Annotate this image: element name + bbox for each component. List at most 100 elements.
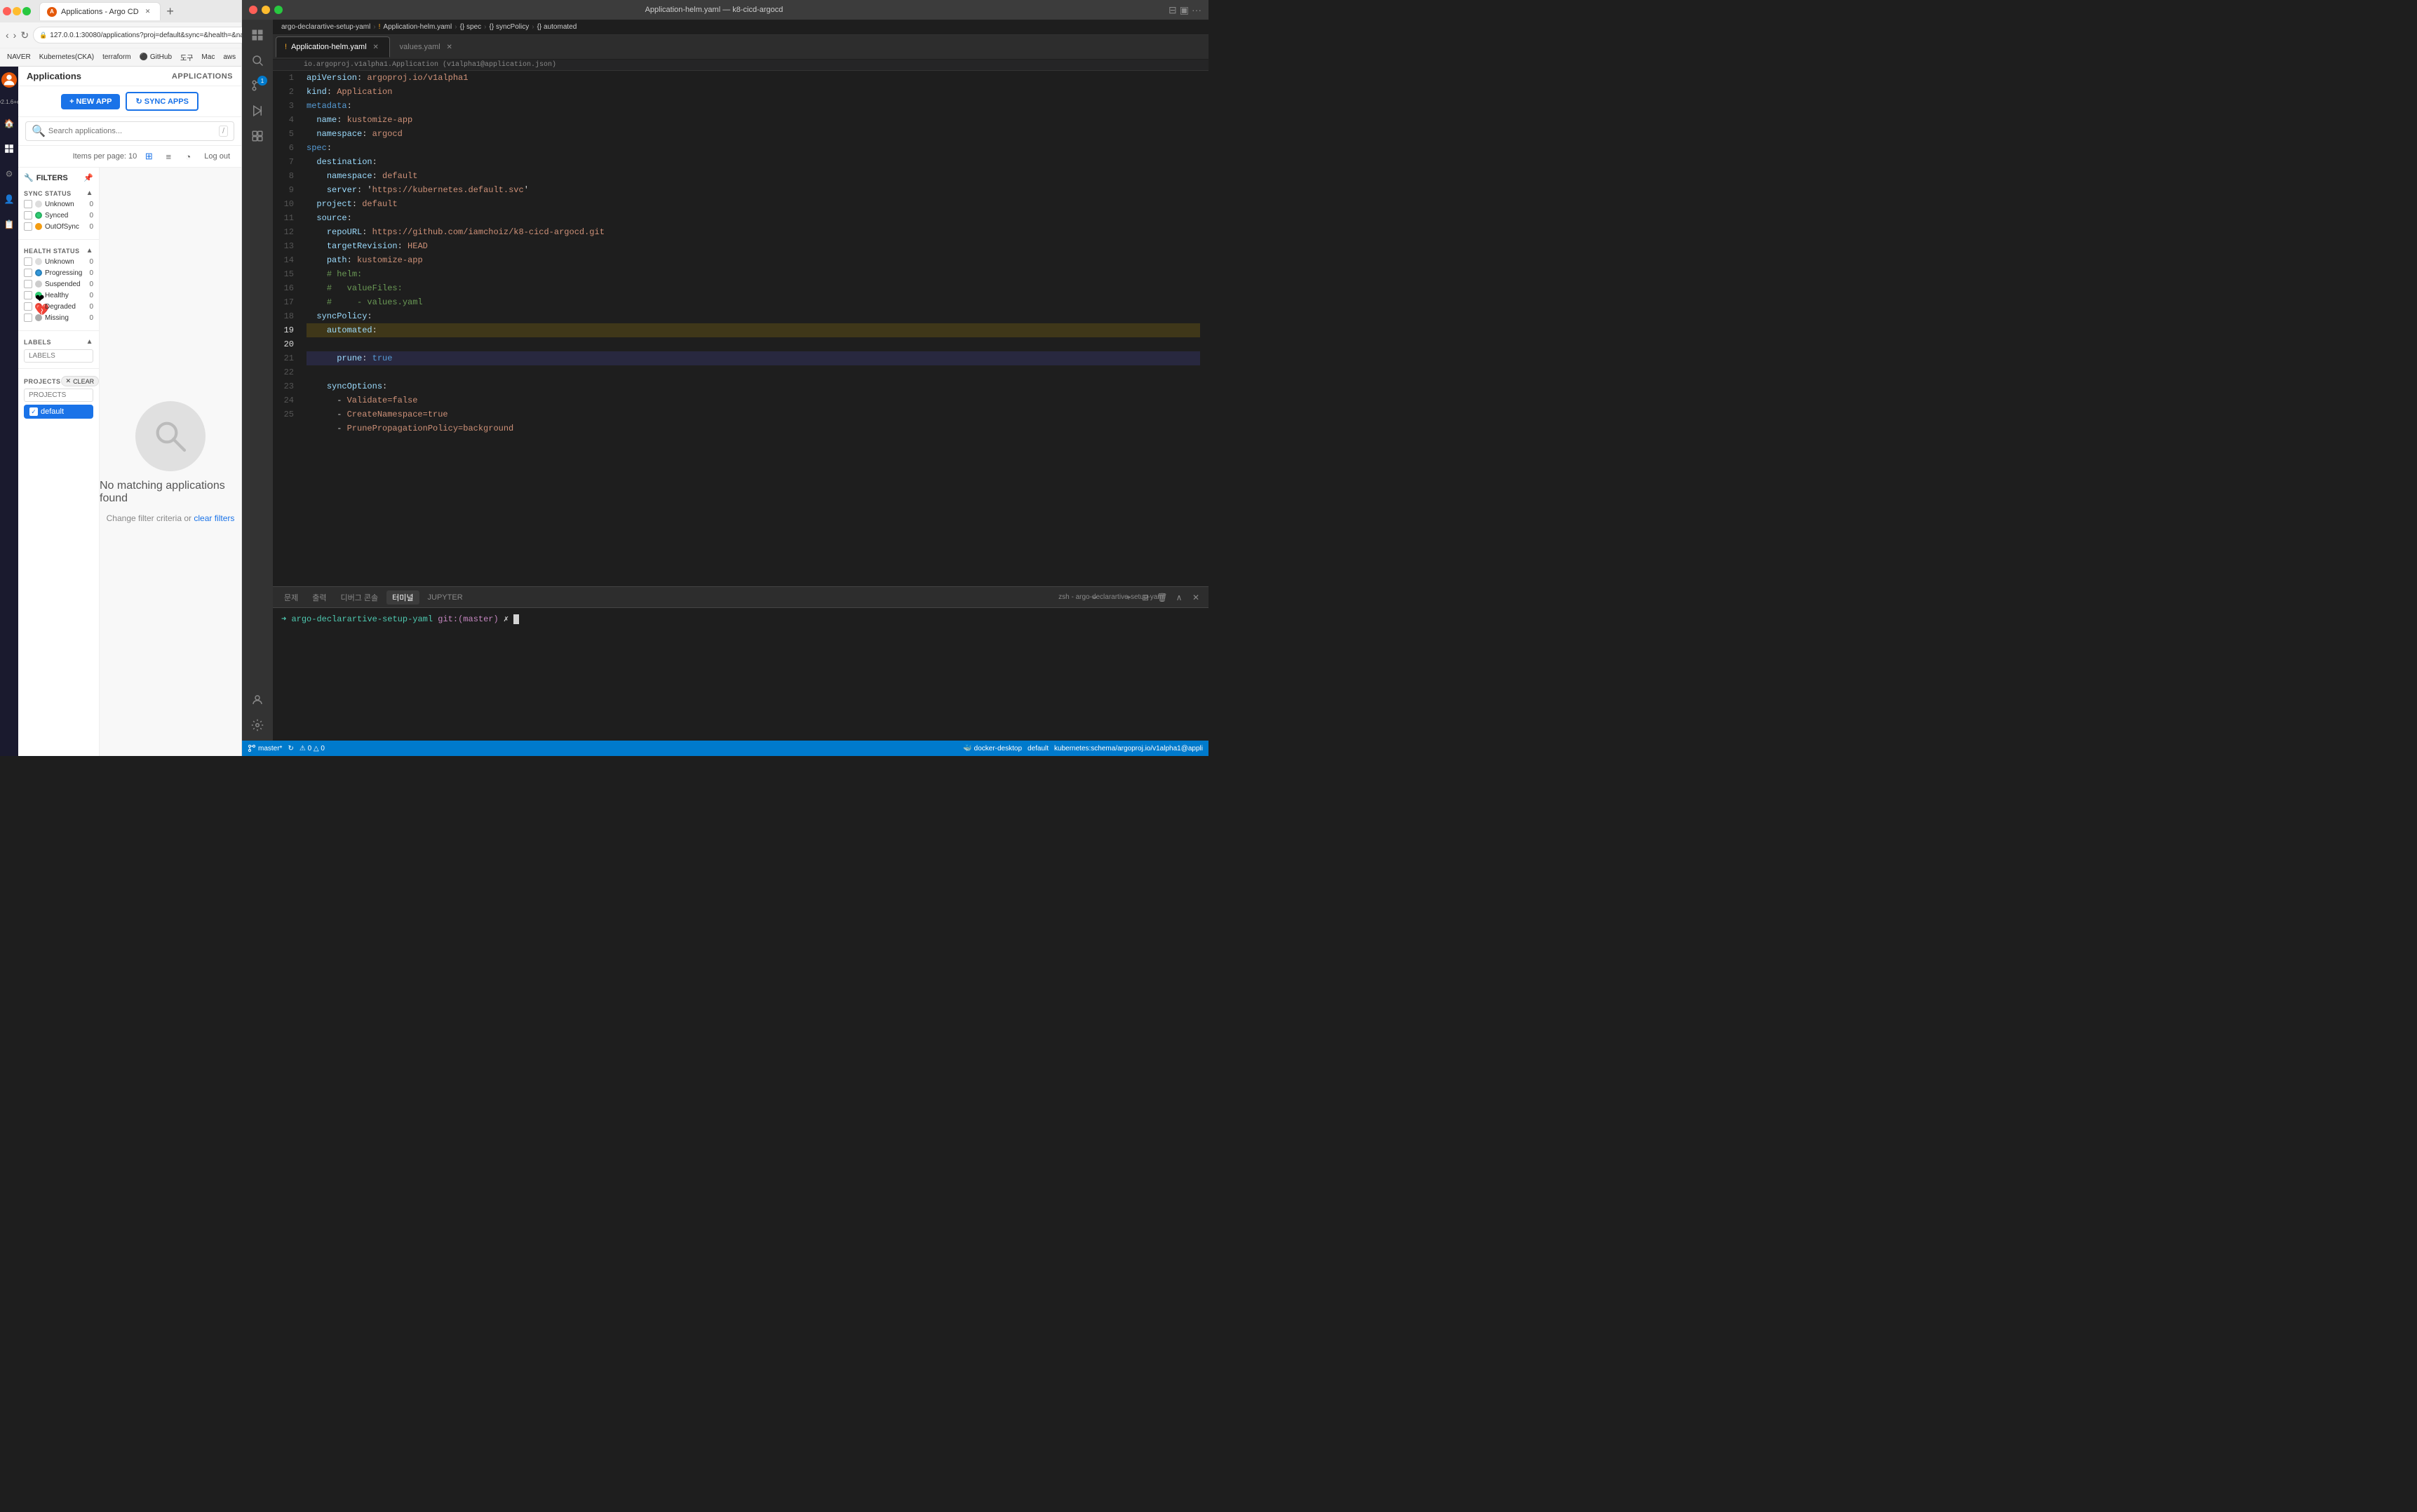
activity-run-icon[interactable] [246, 100, 269, 122]
health-status-collapse[interactable]: ▲ [86, 247, 93, 255]
vscode-layout-icon[interactable]: ▣ [1180, 4, 1189, 16]
log-out-button[interactable]: Log out [200, 151, 234, 162]
filter-pin-icon[interactable]: 📌 [83, 173, 93, 182]
filter-missing[interactable]: Missing 0 [24, 313, 93, 322]
bookmark-mac[interactable]: Mac [198, 52, 217, 62]
list-view-icon[interactable]: ≡ [161, 149, 176, 164]
tab-close-values-yaml[interactable]: ✕ [445, 42, 455, 52]
filter-healthy-checkbox[interactable] [24, 291, 32, 299]
status-sync[interactable]: ↻ [288, 745, 293, 752]
terminal-new-btn[interactable]: + [1122, 590, 1136, 605]
activity-search-icon[interactable] [246, 49, 269, 72]
filter-suspended[interactable]: Suspended 0 [24, 280, 93, 288]
terminal-tab-debug[interactable]: 디버그 콘솔 [335, 590, 384, 605]
labels-collapse[interactable]: ▲ [86, 338, 93, 346]
new-tab-button[interactable]: + [162, 3, 179, 20]
filter-degraded[interactable]: 💔 Degraded 0 [24, 302, 93, 311]
activity-settings-icon[interactable] [246, 714, 269, 736]
status-warnings[interactable]: ⚠ 0 △ 0 [299, 745, 325, 752]
filter-health-unknown-checkbox[interactable] [24, 257, 32, 266]
filter-missing-checkbox[interactable] [24, 313, 32, 322]
activity-git-icon[interactable]: 1 [246, 74, 269, 97]
status-project[interactable]: default [1028, 745, 1049, 752]
projects-clear-button[interactable]: ✕ CLEAR [61, 376, 100, 386]
breadcrumb-file[interactable]: Application-helm.yaml [383, 23, 452, 31]
status-schema[interactable]: kubernetes:schema/argoproj.io/v1alpha1@a… [1054, 745, 1203, 752]
editor-content[interactable]: 12345 678910 1112131415 161718 19 20 212… [273, 71, 1208, 586]
filter-outofsync-checkbox[interactable] [24, 222, 32, 231]
filter-synced[interactable]: Synced 0 [24, 211, 93, 220]
browser-tab-argo[interactable]: A Applications - Argo CD ✕ [39, 2, 161, 20]
status-docker[interactable]: 🐳 docker-desktop [963, 745, 1022, 752]
tab-application-helm[interactable]: ! Application-helm.yaml ✕ [276, 36, 390, 58]
breadcrumb-automated[interactable]: {} automated [537, 23, 577, 31]
filter-degraded-checkbox[interactable] [24, 302, 32, 311]
sidebar-apps-icon[interactable] [2, 142, 16, 156]
breadcrumb-root[interactable]: argo-declarartive-setup-yaml [281, 23, 370, 31]
bookmark-github[interactable]: ⚫ GitHub [137, 52, 175, 62]
back-button[interactable]: ‹ [6, 27, 9, 43]
bookmark-aws[interactable]: aws [220, 52, 238, 62]
bookmark-terraform[interactable]: terraform [100, 52, 134, 62]
refresh-button[interactable]: ↻ [20, 27, 29, 43]
terminal-trash-btn[interactable]: 🗑 [1155, 590, 1169, 605]
vscode-close-dot[interactable] [249, 6, 257, 14]
terminal-content[interactable]: ➜ argo-declarartive-setup-yaml git:(mast… [273, 608, 1208, 741]
bookmark-tool[interactable]: 도구 [177, 50, 196, 64]
vscode-split-icon[interactable]: ⊟ [1169, 4, 1177, 16]
sidebar-home-icon[interactable]: 🏠 [2, 116, 16, 130]
vscode-min-dot[interactable] [262, 6, 270, 14]
status-branch[interactable]: master* [248, 744, 282, 752]
grid-view-icon[interactable]: ⊞ [141, 149, 156, 164]
activity-explorer-icon[interactable] [246, 24, 269, 46]
vscode-more-icon[interactable]: ··· [1192, 4, 1201, 16]
projects-input[interactable] [24, 389, 93, 402]
labels-input[interactable] [24, 349, 93, 363]
search-input[interactable] [48, 127, 216, 135]
forward-button[interactable]: › [13, 27, 17, 43]
sidebar-settings-icon[interactable]: ⚙ [2, 167, 16, 181]
filter-progressing-checkbox[interactable] [24, 269, 32, 277]
terminal-tab-jupyter[interactable]: JUPYTER [422, 592, 469, 603]
terminal-tab-output[interactable]: 출력 [307, 590, 332, 605]
activity-account-icon[interactable] [246, 689, 269, 711]
argo-avatar[interactable] [1, 72, 17, 88]
search-input-wrapper[interactable]: 🔍 / [25, 121, 234, 141]
clear-filters-link[interactable]: clear filters [194, 513, 234, 523]
terminal-tab-problems[interactable]: 문제 [278, 590, 304, 605]
filter-healthy[interactable]: ❤ Healthy 0 [24, 291, 93, 299]
terminal-tab-terminal[interactable]: 터미널 [386, 590, 419, 605]
chart-view-icon[interactable]: ◔ [180, 149, 196, 164]
vscode-max-dot[interactable] [274, 6, 283, 14]
browser-tab-close[interactable]: ✕ [143, 7, 153, 17]
activity-extensions-icon[interactable] [246, 125, 269, 147]
url-bar[interactable]: 🔒 127.0.0.1:30080/applications?proj=defa… [33, 27, 276, 43]
terminal-chevron-up-btn[interactable]: ∧ [1172, 590, 1186, 605]
filter-unknown-sync-checkbox[interactable] [24, 200, 32, 208]
breadcrumb-spec[interactable]: {} spec [460, 23, 482, 31]
filter-suspended-checkbox[interactable] [24, 280, 32, 288]
sync-status-collapse[interactable]: ▲ [86, 189, 93, 197]
items-per-page-label[interactable]: Items per page: 10 [73, 152, 137, 161]
terminal-split-btn[interactable]: ⊟ [1138, 590, 1152, 605]
terminal-close-btn[interactable]: ✕ [1189, 590, 1203, 605]
code-content[interactable]: apiVersion: argoproj.io/v1alpha1 kind: A… [298, 71, 1208, 586]
sidebar-docs-icon[interactable]: 📋 [2, 217, 16, 231]
filter-outofsync[interactable]: OutOfSync 0 [24, 222, 93, 231]
bookmark-naver[interactable]: NAVER [4, 52, 34, 62]
tab-close-application-helm[interactable]: ✕ [371, 42, 381, 52]
filter-progressing[interactable]: Progressing 0 [24, 269, 93, 277]
breadcrumb-syncpolicy[interactable]: {} syncPolicy [490, 23, 530, 31]
mac-min-dot-left[interactable] [13, 7, 21, 15]
tab-values-yaml[interactable]: values.yaml ✕ [391, 36, 464, 58]
mac-max-dot-left[interactable] [22, 7, 31, 15]
bookmark-k8s[interactable]: Kubernetes(CKA) [36, 52, 97, 62]
filter-synced-checkbox[interactable] [24, 211, 32, 220]
filter-health-unknown[interactable]: Unknown 0 [24, 257, 93, 266]
new-app-button[interactable]: + NEW APP [61, 94, 120, 109]
sync-apps-button[interactable]: ↻ SYNC APPS [126, 92, 198, 111]
sidebar-user-icon[interactable]: 👤 [2, 192, 16, 206]
mac-close-dot-left[interactable] [3, 7, 11, 15]
filter-unknown-sync[interactable]: Unknown 0 [24, 200, 93, 208]
project-default-tag[interactable]: default [24, 405, 93, 419]
